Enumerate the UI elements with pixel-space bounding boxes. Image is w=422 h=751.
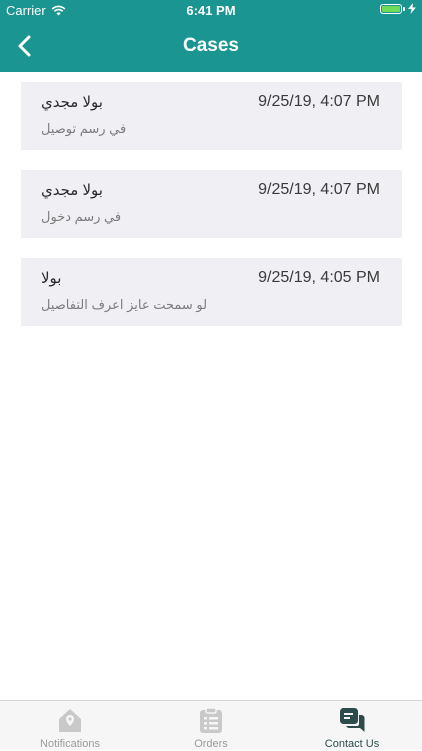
navigation-bar: Cases [0,20,422,72]
notification-pin-icon [59,709,81,732]
status-bar-right [380,3,416,14]
case-card[interactable]: بولا مجدي 9/25/19, 4:07 PM في رسم دخول [21,170,402,238]
tab-orders-label: Orders [194,738,228,750]
tab-contact-us[interactable]: Contact Us [282,701,422,751]
status-bar: Carrier 6:41 PM [0,0,422,20]
tab-bar: Notifications Orders Contact Us [0,700,422,750]
case-message: لو سمحت عايز اعرف التفاصيل [41,297,208,312]
battery-icon [380,3,405,14]
tab-orders[interactable]: Orders [141,701,281,751]
cases-list: بولا مجدي 9/25/19, 4:07 PM في رسم توصيل … [21,82,402,346]
case-message: في رسم دخول [41,209,122,224]
charging-bolt-icon [408,3,416,14]
orders-clipboard-icon [200,707,222,733]
case-date: 9/25/19, 4:05 PM [258,269,380,286]
case-date: 9/25/19, 4:07 PM [258,181,380,198]
tab-notifications[interactable]: Notifications [0,701,140,751]
case-card[interactable]: بولا 9/25/19, 4:05 PM لو سمحت عايز اعرف … [21,258,402,326]
case-date: 9/25/19, 4:07 PM [258,93,380,110]
tab-notifications-label: Notifications [40,738,100,750]
tab-contact-us-label: Contact Us [324,738,380,750]
status-time: 6:41 PM [186,3,236,18]
case-message: في رسم توصيل [41,121,127,136]
case-card[interactable]: بولا مجدي 9/25/19, 4:07 PM في رسم توصيل [21,82,402,150]
chat-bubbles-icon [340,708,365,732]
page-title: Cases [183,35,239,56]
